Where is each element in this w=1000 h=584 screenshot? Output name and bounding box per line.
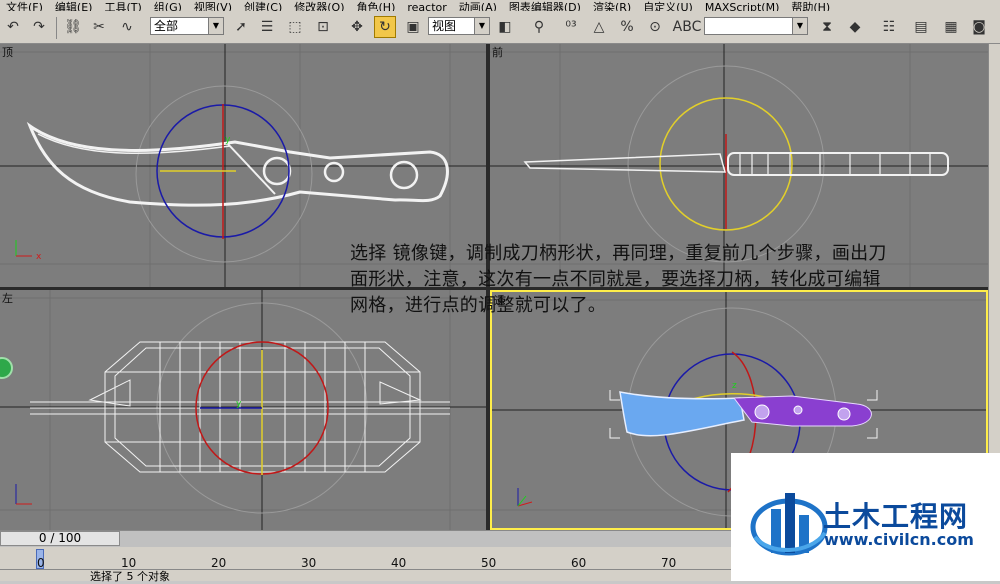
caption-line-3: 网格，进行点的调整就可以了。 (350, 295, 607, 316)
ruler-tick: 0 (37, 556, 45, 570)
ruler-tick: 20 (211, 556, 227, 570)
tutorial-caption: 选择 镜像键，调制成刀柄形状，再同理，重复前几个步骤，画出刀 面形状，注意，这次… (350, 241, 1000, 319)
mirror-icon[interactable]: ⧗ (816, 16, 838, 38)
civilcn-logo-icon (750, 493, 828, 556)
menu-item[interactable]: 动画(A) (453, 2, 503, 11)
percent-snap-icon[interactable]: % (616, 16, 638, 38)
main-toolbar: ↶ ↷ ⛓ ✂ ∿ 全部 ▼ ➚ ☰ ⬚ ⊡ ✥ ↻ ▣ 视图 ▼ ◧ ⚲ ⁰³… (0, 11, 1000, 44)
reference-coord-dropdown[interactable]: 视图 ▼ (428, 17, 490, 35)
svg-text:x: x (36, 252, 42, 262)
menu-item[interactable]: 文件(F) (0, 2, 49, 11)
status-text: 选择了 5 个对象 (90, 570, 170, 583)
ruler-tick: 30 (301, 556, 317, 570)
ruler-tick: 40 (391, 556, 407, 570)
align-icon[interactable]: ◆ (844, 16, 866, 38)
redo-icon[interactable]: ↷ (28, 16, 50, 38)
menu-item[interactable]: 组(G) (148, 2, 188, 11)
caption-line-1: 选择 镜像键，调制成刀柄形状，再同理，重复前几个步骤，画出刀 (350, 243, 887, 264)
menu-item[interactable]: 视图(V) (188, 2, 238, 11)
menu-item[interactable]: 修改器(O) (288, 2, 350, 11)
viewport-label[interactable]: 顶 (2, 44, 13, 60)
menu-item[interactable]: MAXScript(M) (699, 2, 786, 11)
schematic-view-icon[interactable]: ▦ (940, 16, 962, 38)
select-link-icon[interactable]: ⛓ (62, 16, 84, 38)
selection-filter-value: 全部 (154, 19, 179, 33)
viewport-label[interactable]: 前 (492, 44, 503, 60)
scale-icon[interactable]: ▣ (402, 16, 424, 38)
caption-line-2: 面形状，注意，这次有一点不同就是，要选择刀柄，转化成可编辑 (350, 269, 881, 290)
site-watermark: 土木工程网 www.civilcn.com (731, 453, 1000, 581)
reference-coord-value: 视图 (432, 19, 457, 33)
unlink-icon[interactable]: ✂ (88, 16, 110, 38)
menu-item[interactable]: 自定义(U) (637, 2, 699, 11)
ruler-tick: 60 (571, 556, 587, 570)
manipulate-icon[interactable]: ⚲ (528, 16, 550, 38)
svg-text:y: y (236, 399, 242, 409)
viewport-label[interactable]: 左 (2, 290, 13, 306)
watermark-url: www.civilcn.com (824, 530, 974, 549)
toolbar-separator (56, 17, 57, 39)
chevron-down-icon: ▼ (208, 18, 223, 34)
menu-item[interactable]: 角色(H) (351, 2, 402, 11)
undo-icon[interactable]: ↶ (2, 16, 24, 38)
window-crossing-icon[interactable]: ⊡ (312, 16, 334, 38)
svg-text:z: z (732, 381, 737, 391)
selection-filter-dropdown[interactable]: 全部 ▼ (150, 17, 224, 35)
chevron-down-icon: ▼ (474, 18, 489, 34)
material-editor-icon[interactable]: ◙ (968, 16, 990, 38)
angle-snap-icon[interactable]: △ (588, 16, 610, 38)
rect-selection-region-icon[interactable]: ⬚ (284, 16, 306, 38)
snap-3d-icon[interactable]: ⁰³ (560, 16, 582, 38)
move-icon[interactable]: ✥ (346, 16, 368, 38)
menu-item[interactable]: reactor (401, 2, 452, 11)
select-by-name-icon[interactable]: ☰ (256, 16, 278, 38)
bind-space-warp-icon[interactable]: ∿ (116, 16, 138, 38)
left-view-canvas: y (0, 290, 486, 530)
ruler-tick: 70 (661, 556, 677, 570)
menu-item[interactable]: 编辑(E) (49, 2, 99, 11)
pivot-center-icon[interactable]: ◧ (494, 16, 516, 38)
rotate-icon[interactable]: ↻ (374, 16, 396, 38)
layer-manager-icon[interactable]: ☷ (878, 16, 900, 38)
menu-bar: 文件(F) 编辑(E) 工具(T) 组(G) 视图(V) 创建(C) 修改器(O) 角色(H)… (0, 0, 1000, 11)
svg-text:y: y (225, 135, 231, 145)
frame-display: 0 / 100 (38, 531, 82, 545)
viewport-left[interactable]: y 左 (0, 290, 486, 530)
menu-item[interactable]: 渲染(R) (587, 2, 637, 11)
menu-item[interactable]: 帮助(H) (785, 2, 836, 11)
menu-item[interactable]: 创建(C) (238, 2, 288, 11)
chevron-down-icon: ▼ (792, 18, 807, 34)
edit-named-selection-icon[interactable]: ABC (673, 16, 702, 38)
watermark-title: 土木工程网 (823, 500, 969, 533)
named-selection-dropdown[interactable]: ▼ (704, 17, 808, 35)
ruler-tick: 50 (481, 556, 497, 570)
curve-editor-icon[interactable]: ▤ (910, 16, 932, 38)
menu-item[interactable]: 图表编辑器(D) (503, 2, 587, 11)
menu-item[interactable]: 工具(T) (98, 2, 147, 11)
spinner-snap-icon[interactable]: ⊙ (644, 16, 666, 38)
select-object-icon[interactable]: ➚ (230, 16, 252, 38)
time-slider-thumb[interactable]: 0 / 100 (0, 531, 120, 546)
